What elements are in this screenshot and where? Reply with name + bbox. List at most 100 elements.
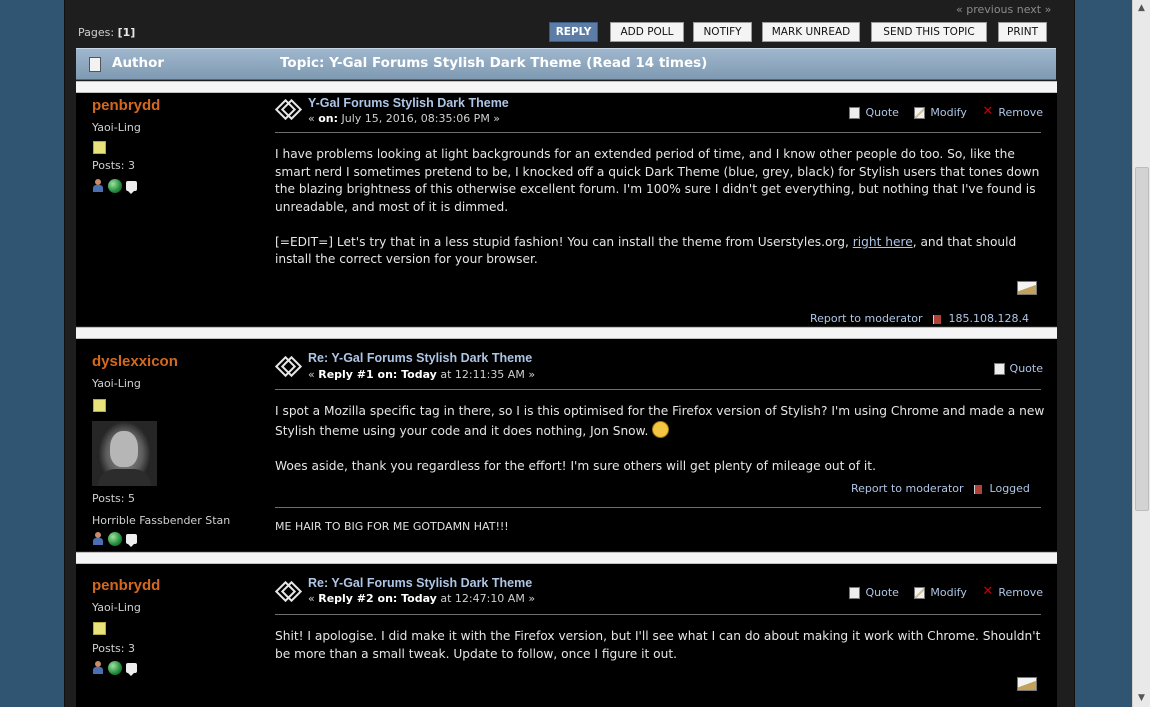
quote-icon [993, 362, 1005, 375]
post-divider [275, 389, 1041, 390]
quote-button[interactable]: Quote [849, 586, 899, 599]
embarrassed-emoji-icon [652, 420, 670, 438]
post-3: penbrydd Yaoi-Ling Posts: 3 Re: Y-Gal Fo… [76, 564, 1057, 707]
post-author-name[interactable]: penbrydd [92, 97, 160, 114]
post-subject[interactable]: Re: Y-Gal Forums Stylish Dark Theme [308, 576, 532, 590]
scroll-up-arrow-icon[interactable]: ▲ [1133, 0, 1150, 17]
ip-address: 185.108.128.4 [948, 312, 1030, 325]
remove-icon [982, 584, 993, 599]
post-1: penbrydd Yaoi-Ling Posts: 3 Y-Gal Forums… [76, 93, 1057, 326]
report-area: Report to moderator 185.108.128.4 [810, 312, 1029, 325]
signature: ME HAIR TO BIG FOR ME GOTDAMN HAT!!! [275, 520, 509, 533]
post-separator [76, 81, 1057, 93]
report-to-moderator-link[interactable]: Report to moderator [851, 482, 964, 495]
post-date: « Reply #1 on: Today at 12:11:35 AM » [308, 368, 536, 381]
post-actions: Quote Modify Remove [837, 584, 1043, 602]
rank-star-icon [93, 399, 106, 412]
profile-icons [92, 178, 141, 194]
reply-button[interactable]: REPLY [549, 22, 598, 42]
post-body: Shit! I apologise. I did make it with th… [275, 628, 1045, 681]
flag-icon [932, 314, 941, 324]
quick-edit-icon[interactable] [1017, 677, 1037, 691]
vertical-scrollbar[interactable]: ▲ ▼ [1132, 0, 1150, 707]
post-separator [76, 327, 1057, 339]
prev-next-links[interactable]: « previous next » [956, 3, 1051, 16]
post-body: I have problems looking at light backgro… [275, 146, 1045, 286]
notify-button[interactable]: NOTIFY [693, 22, 752, 42]
print-button[interactable]: PRINT [998, 22, 1047, 42]
topic-header-bar: Author Topic: Y-Gal Forums Stylish Dark … [76, 48, 1056, 80]
topic-icon [89, 57, 101, 72]
flag-icon [973, 484, 982, 494]
remove-button[interactable]: Remove [982, 584, 1043, 600]
member-rank: Yaoi-Ling [92, 601, 141, 614]
post-subject[interactable]: Re: Y-Gal Forums Stylish Dark Theme [308, 351, 532, 365]
website-globe-icon[interactable] [108, 531, 122, 546]
quote-icon [849, 106, 861, 119]
quote-button[interactable]: Quote [849, 106, 899, 119]
post-actions: Quote [982, 362, 1043, 378]
post-paragraph: Woes aside, thank you regardless for the… [275, 458, 876, 473]
personal-message-icon[interactable] [126, 662, 137, 676]
report-area: Report to moderator Logged [851, 482, 1030, 495]
quick-edit-icon[interactable] [1017, 281, 1037, 295]
rank-star-icon [93, 622, 106, 635]
profile-icons [92, 660, 141, 676]
personal-text: Horrible Fassbender Stan [92, 514, 231, 527]
post-2: dyslexxicon Yaoi-Ling Posts: 5 Horrible … [76, 339, 1057, 551]
post-subject-icon [274, 580, 303, 603]
avatar [92, 421, 157, 486]
profile-icons [92, 531, 141, 547]
author-column-heading: Author [112, 55, 165, 71]
quote-icon [849, 586, 861, 599]
post-paragraph: I have problems looking at light backgro… [275, 147, 1040, 214]
post-count: Posts: 3 [92, 159, 135, 172]
pagination: Pages: [1] [78, 26, 135, 39]
post-author-name[interactable]: penbrydd [92, 577, 160, 594]
post-author-name[interactable]: dyslexxicon [92, 353, 178, 370]
right-here-link[interactable]: right here [853, 235, 913, 249]
post-count: Posts: 5 [92, 492, 135, 505]
add-poll-button[interactable]: ADD POLL [610, 22, 684, 42]
current-page[interactable]: [1] [118, 26, 136, 39]
personal-message-icon[interactable] [126, 533, 137, 547]
post-paragraph: Shit! I apologise. I did make it with th… [275, 629, 1041, 661]
pages-label: Pages: [78, 26, 115, 39]
post-subject-icon [274, 355, 303, 378]
post-date: « on: July 15, 2016, 08:35:06 PM » [308, 112, 501, 125]
post-divider [275, 132, 1041, 133]
signature-divider [275, 507, 1041, 508]
post-date: « Reply #2 on: Today at 12:47:10 AM » [308, 592, 536, 605]
logged-label: Logged [989, 482, 1030, 495]
modify-icon [914, 106, 926, 119]
post-subject-icon [274, 98, 303, 121]
send-topic-button[interactable]: SEND THIS TOPIC [871, 22, 987, 42]
profile-icon[interactable] [92, 661, 104, 674]
personal-message-icon[interactable] [126, 180, 137, 194]
website-globe-icon[interactable] [108, 178, 122, 193]
modify-button[interactable]: Modify [914, 586, 967, 599]
post-separator [76, 552, 1057, 564]
post-paragraph: [=EDIT=] Let's try that in a less stupid… [275, 234, 1017, 267]
modify-button[interactable]: Modify [914, 106, 967, 119]
remove-button[interactable]: Remove [982, 104, 1043, 120]
website-globe-icon[interactable] [108, 660, 122, 675]
mark-unread-button[interactable]: MARK UNREAD [762, 22, 860, 42]
profile-icon[interactable] [92, 532, 104, 545]
scroll-down-arrow-icon[interactable]: ▼ [1133, 690, 1150, 707]
post-body: I spot a Mozilla specific tag in there, … [275, 403, 1045, 493]
post-count: Posts: 3 [92, 642, 135, 655]
modify-icon [914, 586, 926, 599]
post-divider [275, 614, 1041, 615]
rank-star-icon [93, 141, 106, 154]
quote-button[interactable]: Quote [993, 362, 1043, 375]
remove-icon [982, 104, 993, 119]
post-actions: Quote Modify Remove [837, 104, 1043, 122]
post-paragraph: I spot a Mozilla specific tag in there, … [275, 404, 1045, 438]
post-subject[interactable]: Y-Gal Forums Stylish Dark Theme [308, 96, 509, 110]
topic-title: Topic: Y-Gal Forums Stylish Dark Theme (… [280, 55, 708, 71]
scrollbar-thumb[interactable] [1135, 167, 1149, 511]
profile-icon[interactable] [92, 179, 104, 192]
member-rank: Yaoi-Ling [92, 121, 141, 134]
report-to-moderator-link[interactable]: Report to moderator [810, 312, 923, 325]
